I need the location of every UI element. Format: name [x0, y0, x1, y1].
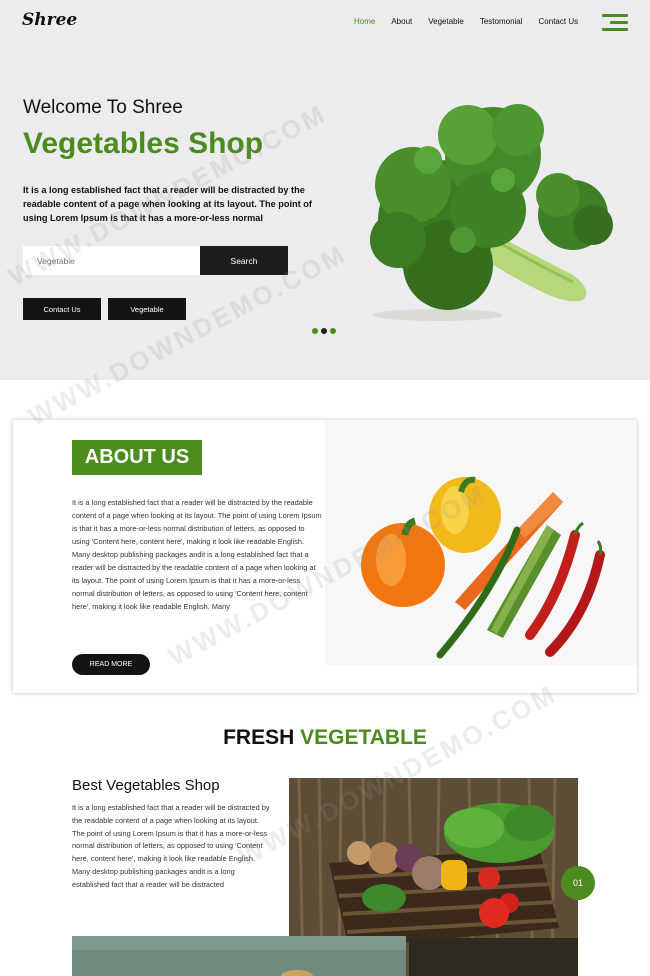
contact-us-button[interactable]: Contact Us — [23, 298, 101, 320]
hero-subtitle: Welcome To Shree — [23, 97, 183, 118]
about-section: ABOUT US It is a long established fact t… — [13, 420, 637, 693]
slider-dot[interactable] — [312, 328, 318, 334]
about-title: ABOUT US — [72, 440, 202, 475]
slide-number-badge[interactable]: 01 — [561, 866, 595, 900]
site-logo[interactable]: Shree — [22, 10, 77, 30]
fresh-title-green: VEGETABLE — [300, 726, 427, 749]
menu-icon[interactable] — [602, 14, 628, 31]
page: Welcome To Shree Vegetables Shop It is a… — [0, 0, 650, 976]
nav-testimonial[interactable]: Testomonial — [480, 17, 523, 26]
broccoli-image — [370, 104, 613, 321]
read-more-button[interactable]: READ MORE — [72, 654, 150, 675]
site-header: Shree Home About Vegetable Testomonial C… — [0, 0, 650, 45]
nav-home[interactable]: Home — [354, 17, 375, 26]
vegetable-image-2 — [72, 936, 406, 976]
hero-section: Welcome To Shree Vegetables Shop It is a… — [0, 0, 650, 380]
main-nav: Home About Vegetable Testomonial Contact… — [354, 17, 594, 26]
nav-vegetable[interactable]: Vegetable — [428, 17, 464, 26]
best-vegetables-title: Best Vegetables Shop — [72, 777, 220, 794]
fresh-title-dark: FRESH — [223, 726, 295, 749]
slider-dot[interactable] — [330, 328, 336, 334]
vegetable-button[interactable]: Vegetable — [108, 298, 186, 320]
fresh-vegetable-title: FRESH VEGETABLE — [0, 726, 650, 750]
nav-about[interactable]: About — [391, 17, 412, 26]
nav-contact-us[interactable]: Contact Us — [539, 17, 579, 26]
slider-dots — [312, 328, 336, 334]
slider-dot-active[interactable] — [321, 328, 327, 334]
